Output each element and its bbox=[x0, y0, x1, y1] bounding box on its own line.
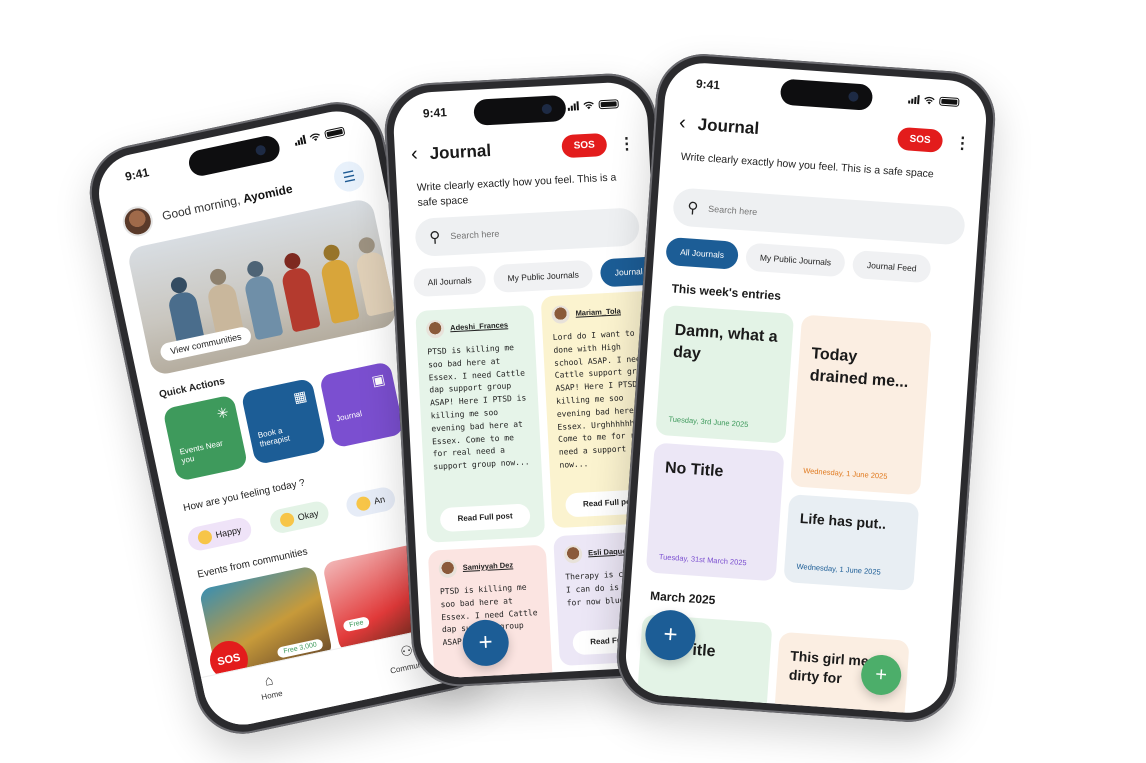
okay-emoji-icon bbox=[278, 511, 296, 529]
page-title: Journal bbox=[697, 114, 760, 138]
entry-date: Tuesday, 3rd June 2025 bbox=[668, 414, 749, 430]
quick-action-journal[interactable]: ▣ Journal bbox=[318, 361, 405, 449]
status-time: 9:41 bbox=[695, 76, 721, 93]
tab-all-journals[interactable]: All Journals bbox=[665, 236, 739, 270]
entry-title: Damn, what a day bbox=[672, 321, 779, 363]
battery-icon bbox=[598, 98, 619, 109]
tab-all-journals[interactable]: All Journals bbox=[413, 265, 487, 298]
mood-other[interactable]: An bbox=[344, 485, 398, 519]
more-options-icon[interactable]: ⋮ bbox=[954, 132, 971, 153]
plus-icon: + bbox=[874, 663, 888, 686]
week-entries-title: This week's entries bbox=[671, 281, 782, 304]
search-input[interactable] bbox=[707, 203, 952, 231]
sliders-icon: ☰ bbox=[341, 166, 357, 186]
search-icon: ⚲ bbox=[686, 199, 699, 218]
journal-entry-card[interactable]: Life has put.. Wednesday, 1 June 2025 bbox=[783, 494, 920, 591]
signal-icon bbox=[567, 100, 579, 111]
battery-icon bbox=[939, 96, 960, 107]
journal-entries-screen: 9:41 ‹ Journal SOS ⋮ Write clearly exact… bbox=[623, 60, 989, 716]
entry-date: Wednesday, 1 June 2025 bbox=[796, 561, 882, 577]
tab-my-public-journals[interactable]: My Public Journals bbox=[492, 259, 594, 293]
wifi-icon bbox=[309, 133, 320, 141]
month-title: March 2025 bbox=[649, 588, 716, 608]
search-icon: ⚲ bbox=[428, 228, 441, 247]
plus-icon: + bbox=[477, 628, 494, 657]
avatar[interactable] bbox=[119, 203, 156, 240]
plus-icon: + bbox=[662, 620, 679, 649]
calendar-icon: ▦ bbox=[291, 387, 309, 406]
avatar bbox=[551, 305, 571, 324]
happy-emoji-icon bbox=[196, 528, 214, 546]
entry-title: Life has put.. bbox=[799, 509, 887, 532]
more-options-icon[interactable]: ⋮ bbox=[618, 133, 635, 154]
entry-date: Wednesday, 1 June 2025 bbox=[802, 466, 888, 481]
search-input[interactable] bbox=[450, 222, 626, 242]
battery-icon bbox=[323, 126, 346, 139]
journal-subtitle: Write clearly exactly how you feel. This… bbox=[680, 150, 935, 181]
entry-title: Today drained me... bbox=[809, 345, 909, 391]
signal-icon bbox=[294, 134, 307, 146]
sos-button[interactable]: SOS bbox=[561, 132, 608, 159]
post-text: PTSD is killing me soo bad here at Essex… bbox=[427, 343, 530, 472]
avatar bbox=[438, 559, 458, 579]
journal-entry-card[interactable]: No Title Tuesday, 31st March 2025 bbox=[645, 442, 785, 582]
wifi-icon bbox=[583, 101, 594, 109]
avatar bbox=[563, 544, 583, 564]
search-bar[interactable]: ⚲ bbox=[672, 187, 966, 246]
phone-journal-entries: 9:41 ‹ Journal SOS ⋮ Write clearly exact… bbox=[613, 50, 999, 726]
journal-post[interactable]: Adeshi_Frances PTSD is killing me soo ba… bbox=[415, 304, 546, 543]
tab-my-public-journals[interactable]: My Public Journals bbox=[744, 242, 847, 278]
tab-journal-feed[interactable]: Journal Feed bbox=[852, 250, 932, 284]
avatar bbox=[425, 319, 445, 339]
read-full-post-button[interactable]: Read Full post bbox=[439, 503, 531, 533]
tab-home[interactable]: ⌂ Home bbox=[257, 670, 288, 720]
mood-happy[interactable]: Happy bbox=[185, 515, 254, 553]
home-icon: ⌂ bbox=[262, 671, 275, 689]
quick-action-events[interactable]: ✳ Events Near you bbox=[162, 394, 249, 482]
entry-title: No Title bbox=[664, 459, 724, 481]
signal-icon bbox=[908, 94, 920, 104]
quick-action-therapist[interactable]: ▦ Book a therapist bbox=[240, 377, 327, 466]
settings-sliders-button[interactable]: ☰ bbox=[331, 158, 367, 195]
page-title: Journal bbox=[429, 140, 492, 163]
search-bar[interactable]: ⚲ bbox=[414, 207, 641, 257]
back-arrow-icon[interactable]: ‹ bbox=[410, 143, 418, 166]
journal-entry-card[interactable]: Today drained me... Wednesday, 1 June 20… bbox=[790, 314, 932, 496]
wifi-icon bbox=[924, 96, 935, 104]
emoji-icon bbox=[355, 495, 372, 512]
status-time: 9:41 bbox=[123, 165, 151, 184]
view-communities-button[interactable]: View communities bbox=[158, 325, 253, 363]
status-time: 9:41 bbox=[422, 105, 448, 121]
sos-button[interactable]: SOS bbox=[896, 126, 944, 153]
entry-date: Tuesday, 31st March 2025 bbox=[658, 552, 747, 568]
mood-okay[interactable]: Okay bbox=[267, 499, 331, 536]
event-price: Free bbox=[342, 616, 371, 633]
events-icon: ✳ bbox=[215, 403, 231, 422]
journal-subtitle: Write clearly exactly how you feel. This… bbox=[416, 171, 617, 210]
journal-icon: ▣ bbox=[370, 370, 387, 389]
back-arrow-icon[interactable]: ‹ bbox=[678, 112, 686, 135]
journal-entry-card[interactable]: Damn, what a day Tuesday, 3rd June 2025 bbox=[655, 304, 795, 444]
